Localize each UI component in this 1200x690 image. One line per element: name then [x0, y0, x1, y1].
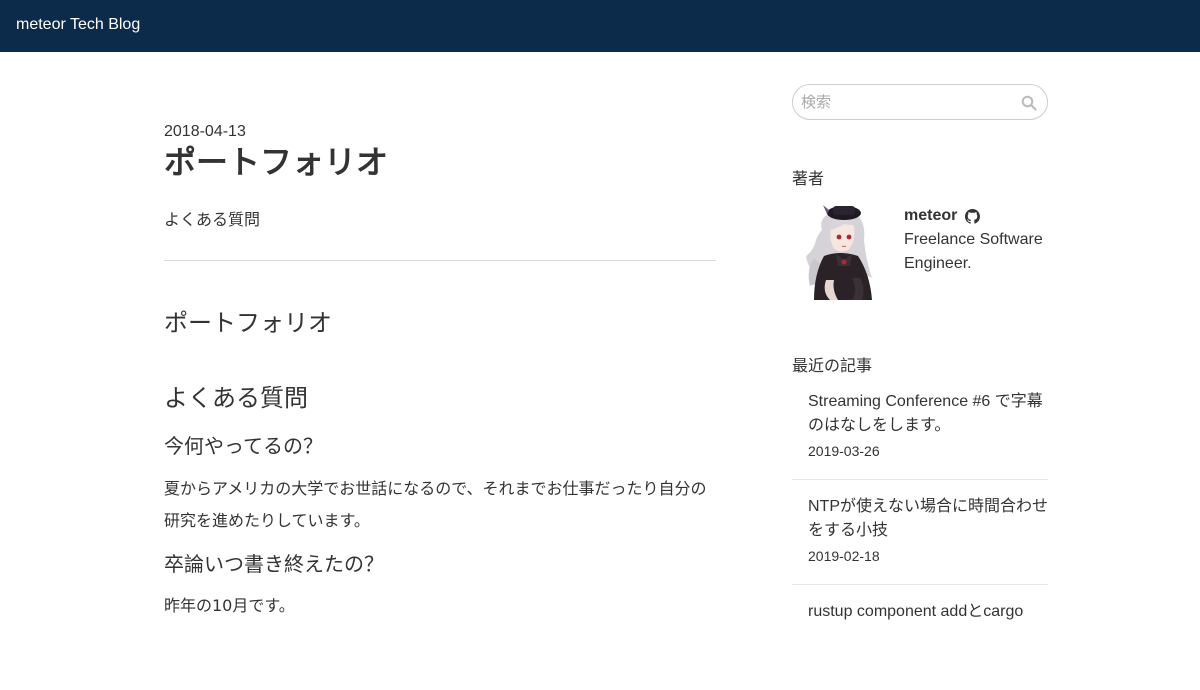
recent-post-title[interactable]: Streaming Conference #6 で字幕のはなしをします。 — [808, 390, 1056, 438]
post-divider — [164, 260, 716, 261]
faq-heading: よくある質問 — [164, 384, 308, 412]
post-description: よくある質問 — [164, 210, 261, 229]
recent-post-date: 2019-02-18 — [808, 548, 880, 564]
recent-post-title[interactable]: rustup component addとcargo — [808, 600, 1056, 624]
portfolio-heading: ポートフォリオ — [164, 309, 332, 337]
faq-question: 今何やってるの？ — [164, 434, 323, 458]
recent-post-item[interactable]: rustup component addとcargo — [792, 585, 1048, 690]
faq-question: 卒論いつ書き終えたの？ — [164, 552, 384, 576]
post-date: 2018-04-13 — [164, 123, 246, 140]
recent-post-item[interactable]: NTPが使えない場合に時間合わせをする小技 2019-02-18 — [792, 480, 1048, 585]
search-box — [792, 84, 1048, 120]
faq-answer: 夏からアメリカの大学でお世話になるので、それまでお仕事だったり自分の研究を進めた… — [164, 479, 707, 530]
site-brand-link[interactable]: meteor Tech Blog — [16, 15, 140, 35]
author-heading: 著者 — [792, 169, 825, 188]
search-icon[interactable] — [1021, 95, 1037, 111]
avatar — [806, 205, 872, 300]
recent-posts-heading: 最近の記事 — [792, 356, 873, 375]
author-name-row: meteor — [904, 204, 981, 228]
faq-answer: 昨年の10月です。 — [164, 596, 295, 615]
search-input[interactable] — [801, 89, 1011, 115]
recent-post-item[interactable]: Streaming Conference #6 で字幕のはなしをします。 201… — [792, 375, 1048, 480]
recent-post-date: 2019-03-26 — [808, 443, 880, 459]
post-title: ポートフォリオ — [164, 143, 389, 181]
author-bio: Freelance Software Engineer. — [904, 231, 1043, 272]
navbar: meteor Tech Blog — [0, 0, 1200, 52]
github-icon[interactable] — [965, 208, 981, 224]
recent-post-title[interactable]: NTPが使えない場合に時間合わせをする小技 — [808, 495, 1056, 543]
author-name: meteor — [904, 207, 958, 224]
